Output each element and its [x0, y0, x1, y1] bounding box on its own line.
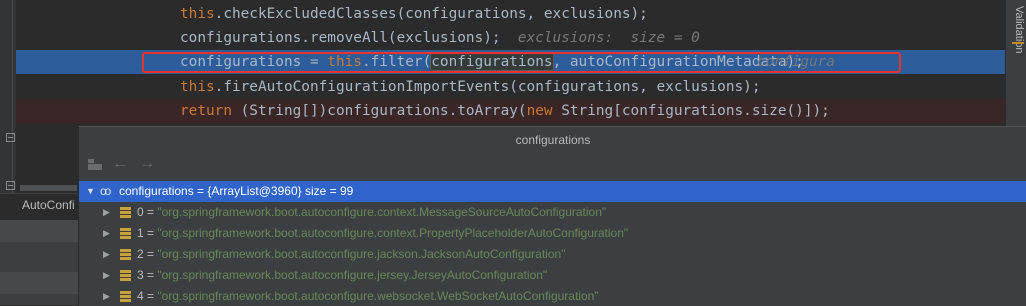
- code-text: String[configurations.size()]);: [552, 103, 830, 119]
- collapsed-arrow-icon[interactable]: ▶: [103, 265, 110, 286]
- field-icon: [120, 249, 131, 260]
- variable-name: configurations: [119, 184, 194, 198]
- code-text: .checkExcludedClasses(configurations, ex…: [214, 6, 648, 22]
- code-line-5: return (String[])configurations.toArray(…: [16, 99, 1006, 123]
- keyword-this: this: [180, 79, 215, 95]
- tree-view-icon[interactable]: [88, 159, 102, 170]
- code-text: configurations =: [180, 54, 328, 70]
- equals: =: [143, 247, 158, 261]
- tree-row-item-0[interactable]: ▶ 0 = "org.springframework.boot.autoconf…: [79, 202, 1026, 223]
- item-value: "org.springframework.boot.autoconfigure.…: [157, 247, 566, 261]
- code-text: .filter(: [361, 54, 432, 70]
- variable-inspect-popup[interactable]: configurations ← → ▼ oo configurations =…: [78, 126, 1026, 306]
- item-value: "org.springframework.boot.autoconfigure.…: [157, 226, 629, 240]
- validation-tool-strip[interactable]: Validation: [1005, 0, 1026, 126]
- tree-row-item-4[interactable]: ▶ 4 = "org.springframework.boot.autoconf…: [79, 286, 1026, 306]
- field-icon: [120, 207, 131, 218]
- collapsed-arrow-icon[interactable]: ▶: [103, 223, 110, 244]
- item-value: "org.springframework.boot.autoconfigure.…: [157, 205, 607, 219]
- expand-arrow-icon[interactable]: ▼: [86, 181, 95, 202]
- tree-root-row[interactable]: ▼ oo configurations = {ArrayList@3960} s…: [79, 181, 1026, 202]
- inline-debug-hint: exclusions: size = 0: [517, 30, 700, 46]
- watch-glasses-icon: oo: [100, 184, 111, 198]
- collapsed-arrow-icon[interactable]: ▶: [103, 286, 110, 306]
- item-value: "org.springframework.boot.autoconfigure.…: [157, 289, 599, 303]
- forward-arrow-icon[interactable]: →: [139, 154, 155, 174]
- code-line-3-current: configurations = this.filter(configurati…: [16, 50, 1006, 74]
- left-panel-row: [0, 272, 78, 294]
- fold-marker-icon[interactable]: [6, 181, 15, 190]
- popup-toolbar: ← →: [79, 152, 1026, 178]
- item-index: 3: [137, 268, 144, 282]
- item-value: "org.springframework.boot.autoconfigure.…: [157, 268, 548, 282]
- tree-row-item-2[interactable]: ▶ 2 = "org.springframework.boot.autoconf…: [79, 244, 1026, 265]
- editor-tab-autoconfig[interactable]: AutoConfi: [22, 198, 78, 212]
- keyword-new: new: [526, 103, 553, 119]
- inline-debug-value: configura: [757, 54, 835, 70]
- code-line-1: this.checkExcludedClasses(configurations…: [16, 2, 1006, 26]
- code-line-4: this.fireAutoConfigurationImportEvents(c…: [16, 75, 1006, 99]
- code-text: .fireAutoConfigurationImportEvents(confi…: [214, 79, 761, 95]
- code-line-2: configurations.removeAll(exclusions); ex…: [16, 26, 1006, 50]
- code-text: configurations.removeAll(exclusions);: [180, 30, 501, 46]
- horizontal-scrollbar[interactable]: [20, 185, 77, 191]
- field-icon: [120, 270, 131, 281]
- item-index: 2: [137, 247, 144, 261]
- highlighted-word[interactable]: configurations: [430, 53, 554, 71]
- keyword-this: this: [180, 6, 215, 22]
- equals: =: [143, 268, 158, 282]
- item-index: 0: [137, 205, 144, 219]
- equals: =: [143, 226, 158, 240]
- fold-marker-icon[interactable]: [6, 133, 15, 142]
- tree-row-item-3[interactable]: ▶ 3 = "org.springframework.boot.autoconf…: [79, 265, 1026, 286]
- left-panel: [0, 220, 78, 305]
- strip-marker: [1012, 42, 1024, 44]
- tree-row-item-1[interactable]: ▶ 1 = "org.springframework.boot.autoconf…: [79, 223, 1026, 244]
- back-arrow-icon[interactable]: ←: [112, 154, 128, 174]
- code-text: (String[])configurations.toArray(: [231, 103, 527, 119]
- left-panel-row: [0, 220, 78, 242]
- validation-tab[interactable]: Validation: [1013, 6, 1025, 54]
- equals: =: [143, 289, 158, 303]
- popup-title: configurations: [515, 133, 591, 147]
- gutter-line: [12, 0, 13, 200]
- variable-value: = {ArrayList@3960} size = 99: [193, 184, 354, 198]
- keyword-this: this: [327, 54, 362, 70]
- field-icon: [120, 291, 131, 302]
- item-index: 1: [137, 226, 144, 240]
- field-icon: [120, 228, 131, 239]
- collapsed-arrow-icon[interactable]: ▶: [103, 244, 110, 265]
- equals: =: [143, 205, 158, 219]
- item-index: 4: [137, 289, 144, 303]
- collapsed-arrow-icon[interactable]: ▶: [103, 202, 110, 223]
- keyword-return: return: [180, 103, 232, 119]
